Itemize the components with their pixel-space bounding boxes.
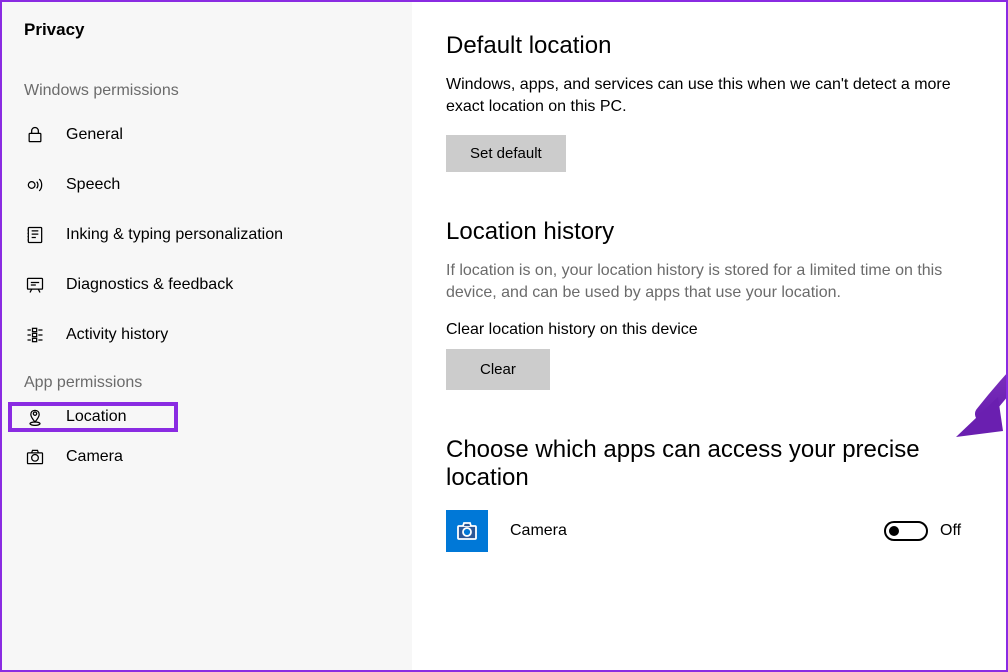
- sidebar-item-speech[interactable]: Speech: [2, 160, 412, 210]
- sidebar: Privacy Windows permissions General Spee…: [2, 2, 412, 670]
- speech-icon: [24, 174, 46, 196]
- sidebar-item-inking[interactable]: Inking & typing personalization: [2, 210, 412, 260]
- set-default-button[interactable]: Set default: [446, 135, 566, 172]
- default-location-text: Windows, apps, and services can use this…: [446, 74, 976, 119]
- sidebar-item-label: Inking & typing personalization: [66, 226, 283, 244]
- lock-icon: [24, 124, 46, 146]
- sidebar-item-general[interactable]: General: [2, 110, 412, 160]
- toggle-track[interactable]: [884, 521, 928, 541]
- default-location-section: Default location Windows, apps, and serv…: [446, 32, 976, 172]
- section-header-app: App permissions: [2, 360, 412, 402]
- app-row-camera: Camera Off: [446, 506, 976, 552]
- feedback-icon: [24, 274, 46, 296]
- clear-button[interactable]: Clear: [446, 349, 550, 390]
- sidebar-item-diagnostics[interactable]: Diagnostics & feedback: [2, 260, 412, 310]
- location-history-section: Location history If location is on, your…: [446, 218, 976, 390]
- sidebar-item-label: General: [66, 126, 123, 144]
- location-history-text: If location is on, your location history…: [446, 260, 976, 305]
- sidebar-item-camera[interactable]: Camera: [2, 432, 412, 482]
- clear-history-label: Clear location history on this device: [446, 321, 976, 339]
- page-title: Privacy: [2, 20, 412, 68]
- sidebar-item-label: Camera: [66, 448, 123, 466]
- app-name: Camera: [510, 522, 884, 540]
- toggle-knob: [889, 526, 899, 536]
- sidebar-item-label: Location: [66, 408, 127, 426]
- location-icon: [24, 406, 46, 428]
- sidebar-item-label: Speech: [66, 176, 120, 194]
- sidebar-item-label: Activity history: [66, 326, 168, 344]
- history-icon: [24, 324, 46, 346]
- section-header-windows: Windows permissions: [2, 68, 412, 110]
- content-pane: Default location Windows, apps, and serv…: [412, 2, 1006, 670]
- camera-app-icon: [446, 510, 488, 552]
- apps-access-heading: Choose which apps can access your precis…: [446, 436, 976, 492]
- sidebar-item-label: Diagnostics & feedback: [66, 276, 233, 294]
- sidebar-item-activity[interactable]: Activity history: [2, 310, 412, 360]
- sidebar-item-location[interactable]: Location: [8, 402, 178, 432]
- inking-icon: [24, 224, 46, 246]
- location-history-heading: Location history: [446, 218, 976, 246]
- camera-icon: [24, 446, 46, 468]
- default-location-heading: Default location: [446, 32, 976, 60]
- camera-toggle[interactable]: Off: [884, 521, 976, 541]
- apps-access-section: Choose which apps can access your precis…: [446, 436, 976, 552]
- toggle-state: Off: [940, 522, 976, 540]
